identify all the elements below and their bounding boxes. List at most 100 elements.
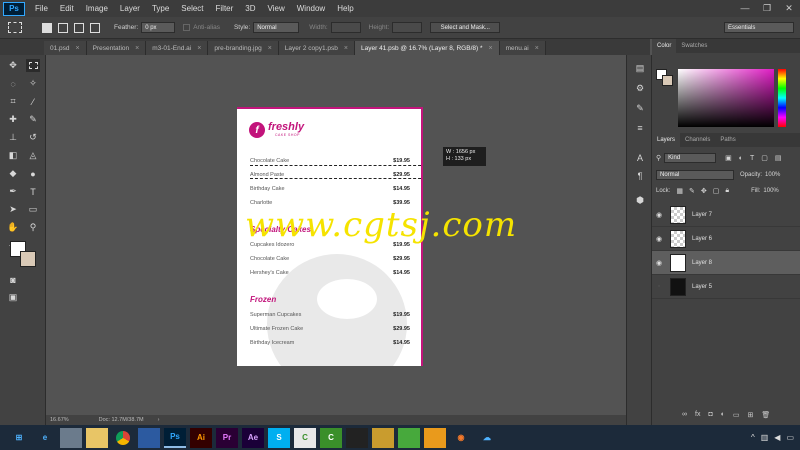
layer-name[interactable]: Layer 8 bbox=[692, 260, 712, 266]
tab-layer2-copy1[interactable]: Layer 2 copy1.psb × bbox=[278, 41, 355, 55]
tool-icon-green[interactable] bbox=[398, 427, 420, 448]
skype-icon[interactable]: S bbox=[268, 427, 290, 448]
tab-01-psd[interactable]: 01.psd × bbox=[44, 41, 87, 55]
eraser-icon[interactable]: ◧ bbox=[6, 149, 20, 162]
tab-swatches[interactable]: Swatches bbox=[676, 39, 712, 53]
menu-select[interactable]: Select bbox=[175, 4, 209, 13]
tab-menu-ai[interactable]: menu.ai × bbox=[499, 41, 546, 55]
type-tool-icon[interactable]: T bbox=[26, 185, 40, 198]
menu-file[interactable]: File bbox=[29, 4, 54, 13]
close-button[interactable]: ✕ bbox=[778, 3, 800, 14]
menu-type[interactable]: Type bbox=[146, 4, 175, 13]
pen-tool-icon[interactable]: ✒ bbox=[6, 185, 20, 198]
history-icon[interactable]: ▤ bbox=[633, 61, 647, 75]
dodge-tool-icon[interactable]: ● bbox=[26, 167, 40, 180]
layer-name[interactable]: Layer 6 bbox=[692, 236, 712, 242]
photoshop-taskbar-icon[interactable]: Ps bbox=[164, 427, 186, 448]
layer-row-layer-7[interactable]: ◉ Layer 7 bbox=[652, 203, 800, 227]
height-input[interactable] bbox=[392, 22, 423, 33]
filter-type-icon[interactable]: T bbox=[750, 155, 754, 162]
hand-tool-icon[interactable]: ✋ bbox=[6, 221, 20, 234]
eye-icon[interactable]: ◉ bbox=[652, 235, 666, 243]
close-icon[interactable]: × bbox=[76, 45, 80, 52]
status-arrow-icon[interactable]: › bbox=[158, 417, 160, 423]
lock-image-icon[interactable]: ✎ bbox=[689, 187, 695, 195]
antialias-checkbox[interactable] bbox=[183, 24, 191, 31]
workspace-select[interactable]: Essentials bbox=[724, 22, 794, 33]
notification-icon[interactable]: ▭ bbox=[786, 433, 794, 442]
brush-settings-icon[interactable]: ✎ bbox=[633, 101, 647, 115]
3d-icon[interactable]: ⬢ bbox=[633, 193, 647, 207]
magic-wand-icon[interactable]: ✧ bbox=[26, 77, 40, 90]
menu-edit[interactable]: Edit bbox=[54, 4, 80, 13]
paragraph-icon[interactable]: ¶ bbox=[633, 169, 647, 183]
eye-icon[interactable]: ◉ bbox=[652, 259, 666, 267]
ie-icon[interactable]: e bbox=[34, 428, 56, 448]
layer-row-layer-5[interactable]: ▫ Layer 5 bbox=[652, 275, 800, 299]
zoom-level[interactable]: 16.67% bbox=[50, 417, 69, 423]
eye-hidden-icon[interactable]: ▫ bbox=[652, 283, 666, 290]
folder-icon[interactable] bbox=[86, 427, 108, 448]
tab-color[interactable]: Color bbox=[652, 39, 677, 53]
move-tool-icon[interactable]: ✥ bbox=[6, 59, 20, 72]
quick-mask-icon[interactable]: ◙ bbox=[6, 273, 20, 286]
layer-filter-select[interactable]: Kind bbox=[664, 153, 717, 163]
tab-channels[interactable]: Channels bbox=[680, 133, 715, 147]
close-icon[interactable]: × bbox=[489, 45, 493, 52]
crop-tool-icon[interactable]: ⌗ bbox=[6, 95, 20, 108]
tab-presentation[interactable]: Presentation × bbox=[86, 41, 147, 55]
tool-icon-blue[interactable]: ☁ bbox=[476, 428, 498, 448]
filter-shape-icon[interactable]: ▢ bbox=[761, 154, 768, 162]
select-and-mask-button[interactable]: Select and Mask... bbox=[430, 22, 501, 33]
tool-icon-yellow[interactable] bbox=[372, 427, 394, 448]
style-select[interactable]: Normal bbox=[253, 22, 300, 33]
menu-window[interactable]: Window bbox=[291, 4, 331, 13]
calculator-icon[interactable] bbox=[138, 427, 160, 448]
filter-smart-icon[interactable]: ▤ bbox=[775, 154, 782, 162]
fill-value[interactable]: 100% bbox=[763, 188, 778, 194]
lock-position-icon[interactable]: ✥ bbox=[701, 187, 707, 195]
marquee-tool-icon[interactable] bbox=[8, 22, 22, 33]
layer-name[interactable]: Layer 5 bbox=[692, 284, 712, 290]
camtasia-recorder-icon[interactable]: C bbox=[320, 427, 342, 448]
tab-m3-01-end[interactable]: m3-01-End.ai × bbox=[146, 41, 209, 55]
minimize-button[interactable]: — bbox=[734, 3, 756, 14]
layer-style-icon[interactable]: fx bbox=[695, 411, 700, 419]
properties-icon[interactable]: ⚙ bbox=[633, 81, 647, 95]
hue-slider[interactable] bbox=[778, 69, 786, 127]
premiere-taskbar-icon[interactable]: Pr bbox=[216, 427, 238, 448]
volume-icon[interactable]: ◀ bbox=[774, 433, 780, 442]
adjustments-icon[interactable]: ≡ bbox=[633, 121, 647, 135]
lock-artboard-icon[interactable]: ▢ bbox=[713, 187, 720, 195]
selection-mode-new-icon[interactable] bbox=[42, 22, 52, 33]
new-layer-icon[interactable]: ⊞ bbox=[748, 411, 754, 419]
eye-icon[interactable]: ◉ bbox=[652, 211, 666, 219]
layer-row-layer-6[interactable]: ◉ Layer 6 bbox=[652, 227, 800, 251]
adjustment-layer-icon[interactable]: ◐ bbox=[721, 411, 725, 419]
character-icon[interactable]: A bbox=[633, 151, 647, 165]
marquee-tool-icon[interactable] bbox=[26, 59, 40, 72]
tab-layers[interactable]: Layers bbox=[652, 133, 681, 147]
feather-input[interactable]: 0 px bbox=[141, 22, 176, 33]
tray-arrow-icon[interactable]: ^ bbox=[751, 433, 755, 442]
menu-3d[interactable]: 3D bbox=[239, 4, 261, 13]
explorer-icon[interactable] bbox=[60, 427, 82, 448]
history-brush-icon[interactable]: ↺ bbox=[26, 131, 40, 144]
selection-mode-add-icon[interactable] bbox=[58, 22, 68, 33]
illustrator-taskbar-icon[interactable]: Ai bbox=[190, 427, 212, 448]
close-icon[interactable]: × bbox=[135, 45, 139, 52]
clone-stamp-icon[interactable]: ⊥ bbox=[6, 131, 20, 144]
close-icon[interactable]: × bbox=[344, 45, 348, 52]
path-selection-icon[interactable]: ➤ bbox=[6, 203, 20, 216]
network-icon[interactable]: ▥ bbox=[761, 433, 769, 442]
lasso-tool-icon[interactable]: ◌ bbox=[6, 77, 20, 90]
rectangle-tool-icon[interactable]: ▭ bbox=[26, 203, 40, 216]
blur-tool-icon[interactable]: ◆ bbox=[6, 167, 20, 180]
menu-view[interactable]: View bbox=[262, 4, 291, 13]
background-color-chip[interactable] bbox=[662, 75, 673, 86]
close-icon[interactable]: × bbox=[268, 45, 272, 52]
close-icon[interactable]: × bbox=[197, 45, 201, 52]
background-color-swatch[interactable] bbox=[20, 251, 36, 267]
after-effects-taskbar-icon[interactable]: Ae bbox=[242, 427, 264, 448]
menu-filter[interactable]: Filter bbox=[210, 4, 240, 13]
